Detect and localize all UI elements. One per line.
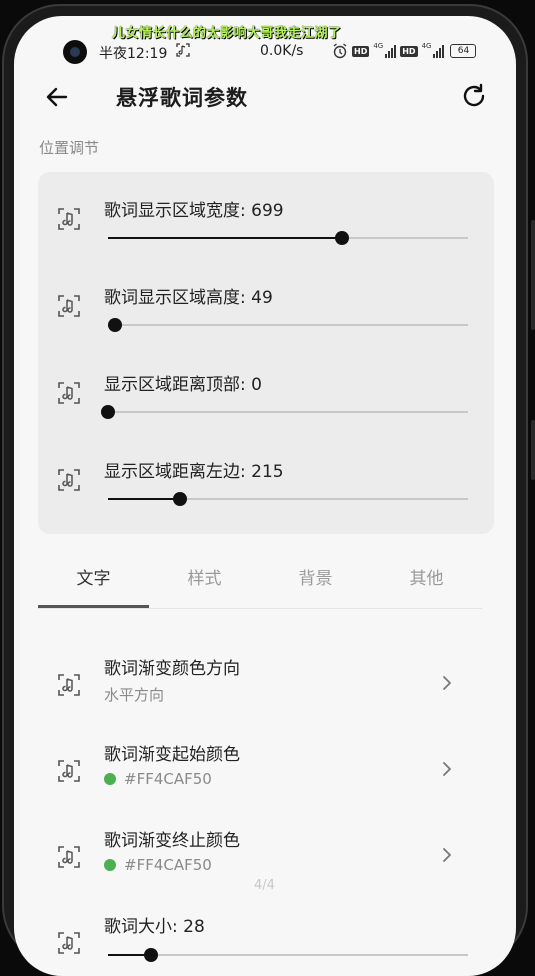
signal-icon-2 (433, 44, 445, 58)
status-bar: 半夜12:19 0.0K/s HD 4G HD 4G 64 (14, 34, 516, 64)
slider-row-left: 显示区域距离左边: 215 (38, 433, 494, 519)
network-type-2: 4G (421, 42, 432, 50)
item-subtitle: 水平方向 (104, 686, 165, 704)
list-item-gradient-start[interactable]: 歌词渐变起始颜色 #FF4CAF50 (38, 732, 494, 818)
slider-row-width: 歌词显示区域宽度: 699 (38, 172, 494, 258)
list-item-gradient-direction[interactable]: 歌词渐变颜色方向 水平方向 (38, 646, 494, 732)
color-swatch (104, 859, 116, 871)
lyric-status-icon (176, 43, 190, 57)
slider-label: 显示区域距离顶部: 0 (104, 375, 262, 395)
tab-background[interactable]: 背景 (260, 564, 371, 589)
slider-label: 歌词显示区域宽度: 699 (104, 201, 284, 221)
refresh-icon[interactable] (460, 82, 488, 110)
chevron-right-icon (443, 848, 451, 862)
page-indicator: 4/4 (254, 878, 275, 893)
slider-thumb[interactable] (335, 231, 349, 245)
tab-other[interactable]: 其他 (371, 564, 482, 589)
chevron-right-icon (443, 676, 451, 690)
settings-tabs: 文字 样式 背景 其他 (38, 556, 482, 609)
status-time: 半夜12:19 (99, 46, 168, 62)
color-swatch (104, 773, 116, 785)
item-subtitle: #FF4CAF50 (104, 856, 212, 874)
tab-indicator (38, 605, 149, 608)
slider-label: 显示区域距离左边: 215 (104, 462, 284, 482)
network-speed: 0.0K/s (260, 43, 304, 59)
height-slider[interactable] (108, 318, 468, 332)
chevron-right-icon (443, 762, 451, 776)
item-title: 歌词渐变终止颜色 (104, 831, 240, 851)
alarm-icon (333, 43, 347, 59)
lyric-frame-icon (58, 469, 80, 491)
lyric-frame-icon (58, 208, 80, 230)
width-slider[interactable] (108, 231, 468, 245)
lyric-frame-icon (58, 760, 80, 782)
item-title: 歌词大小: 28 (104, 917, 205, 937)
hd-badge-2: HD (400, 45, 418, 57)
tab-text[interactable]: 文字 (38, 564, 149, 589)
app-screen: 半夜12:19 0.0K/s HD 4G HD 4G 64 悬浮歌词参数 位置调… (14, 16, 516, 976)
arrow-left-icon[interactable] (44, 84, 70, 110)
item-subtitle: #FF4CAF50 (104, 770, 212, 788)
tab-style[interactable]: 样式 (149, 564, 260, 589)
font-size-slider[interactable] (108, 948, 468, 962)
lyric-frame-icon (58, 295, 80, 317)
power-button (531, 420, 535, 480)
slider-thumb[interactable] (101, 405, 115, 419)
section-title: 位置调节 (39, 139, 100, 157)
left-offset-slider[interactable] (108, 492, 468, 506)
page-title: 悬浮歌词参数 (116, 86, 248, 110)
item-title: 歌词渐变颜色方向 (104, 659, 240, 679)
slider-thumb[interactable] (173, 492, 187, 506)
top-offset-slider[interactable] (101, 405, 468, 419)
lyric-frame-icon (58, 382, 80, 404)
slider-row-top: 显示区域距离顶部: 0 (38, 346, 494, 432)
position-card: 歌词显示区域宽度: 699 歌词显示区域高度: 49 显示区域距离顶部: 0 显… (38, 172, 494, 534)
lyric-frame-icon (58, 674, 80, 696)
status-icons: HD 4G HD 4G 64 (332, 42, 477, 60)
slider-thumb[interactable] (144, 948, 159, 962)
list-item-font-size: 歌词大小: 28 (38, 904, 494, 976)
battery-icon: 64 (450, 44, 477, 58)
item-title: 歌词渐变起始颜色 (104, 745, 240, 765)
hd-badge-1: HD (352, 45, 370, 57)
signal-icon-1 (385, 44, 397, 58)
slider-row-height: 歌词显示区域高度: 49 (38, 259, 494, 345)
lyric-frame-icon (58, 846, 80, 868)
network-type-1: 4G (373, 42, 384, 50)
volume-button (531, 220, 535, 330)
slider-thumb[interactable] (108, 318, 123, 332)
slider-label: 歌词显示区域高度: 49 (104, 288, 273, 308)
camera-hole (63, 40, 87, 64)
phone-frame: 半夜12:19 0.0K/s HD 4G HD 4G 64 悬浮歌词参数 位置调… (0, 0, 535, 976)
